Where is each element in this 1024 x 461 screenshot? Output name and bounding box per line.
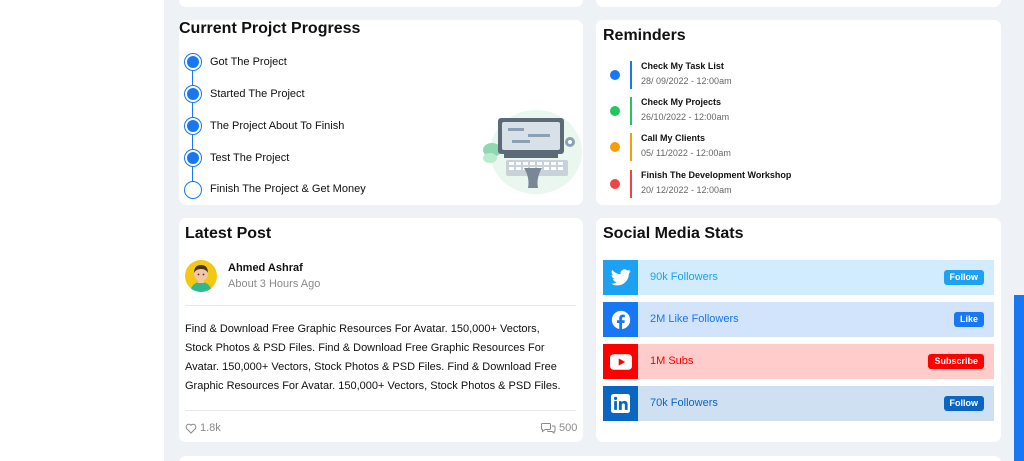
divider — [185, 305, 576, 306]
divider — [185, 410, 576, 411]
card-title: Reminders — [603, 27, 686, 44]
social-row-linkedin: 70k Followers Follow — [603, 386, 994, 421]
progress-step-label: Got The Project — [210, 56, 287, 68]
reminder-title[interactable]: Call My Clients — [641, 133, 705, 144]
linkedin-icon — [611, 394, 630, 413]
sidebar — [0, 0, 164, 461]
youtube-icon — [609, 353, 632, 370]
twitter-icon — [610, 269, 631, 286]
progress-step-label: Started The Project — [210, 88, 305, 100]
progress-node-pending — [184, 181, 202, 199]
youtube-icon-box — [603, 344, 638, 379]
linkedin-follow-button[interactable]: Follow — [943, 396, 984, 411]
reminder-accent-bar — [630, 97, 632, 125]
progress-step-label: Finish The Project & Get Money — [210, 183, 366, 195]
scrollbar-thumb[interactable] — [1014, 295, 1024, 461]
reminder-status-dot — [610, 179, 620, 189]
reminder-date: 20/ 12/2022 - 12:00am — [641, 185, 732, 195]
reminder-accent-bar — [630, 133, 632, 161]
reminder-date: 26/10/2022 - 12:00am — [641, 112, 730, 122]
avatar[interactable] — [185, 260, 217, 292]
card-title: Current Projct Progress — [179, 20, 361, 37]
reminder-title[interactable]: Check My Projects — [641, 97, 721, 108]
social-stat-text: 90k Followers — [650, 271, 718, 283]
social-stat-text: 70k Followers — [650, 397, 718, 409]
post-body: Find & Download Free Graphic Resources F… — [185, 323, 561, 392]
reminder-title[interactable]: Finish The Development Workshop — [641, 170, 791, 181]
social-stat-text: 1M Subs — [650, 355, 694, 367]
facebook-like-button[interactable]: Like — [953, 312, 984, 327]
twitter-icon-box — [603, 260, 638, 295]
social-row-twitter: 90k Followers Follow — [603, 260, 994, 295]
comment-button[interactable]: 500 — [541, 422, 577, 434]
social-row-youtube: 1M Subs Subscribe — [603, 344, 994, 379]
previous-card-bottom — [596, 0, 1001, 7]
comments-icon — [541, 423, 556, 434]
twitter-follow-button[interactable]: Follow — [943, 270, 984, 285]
previous-card-bottom — [179, 0, 583, 7]
card-title: Social Media Stats — [603, 225, 744, 242]
reminder-status-dot — [610, 142, 620, 152]
facebook-icon-box — [603, 302, 638, 337]
social-row-facebook: 2M Like Followers Like — [603, 302, 994, 337]
reminder-date: 28/ 09/2022 - 12:00am — [641, 76, 732, 86]
reminder-accent-bar — [630, 61, 632, 89]
user-avatar-icon — [190, 265, 212, 292]
progress-node-done — [184, 149, 202, 167]
reminder-status-dot — [610, 70, 620, 80]
developer-illustration — [483, 110, 582, 194]
progress-node-done — [184, 117, 202, 135]
linkedin-icon-box — [603, 386, 638, 421]
reminder-status-dot — [610, 106, 620, 116]
facebook-icon — [611, 310, 630, 330]
next-card-top — [179, 456, 1001, 461]
progress-node-done — [184, 85, 202, 103]
progress-node-done — [184, 53, 202, 71]
progress-step-label: Test The Project — [210, 152, 290, 164]
reminder-title[interactable]: Check My Task List — [641, 61, 724, 72]
progress-step-label: The Project About To Finish — [210, 120, 345, 132]
comment-count: 500 — [559, 422, 578, 434]
social-stat-text: 2M Like Followers — [650, 313, 739, 325]
like-button[interactable]: 1.8k — [185, 422, 221, 434]
reminder-date: 05/ 11/2022 - 12:00am — [641, 148, 731, 158]
heart-icon — [185, 423, 197, 434]
reminder-accent-bar — [630, 170, 632, 198]
post-author[interactable]: Ahmed Ashraf — [228, 262, 303, 274]
youtube-subscribe-button[interactable]: Subscribe — [928, 354, 984, 369]
post-time: About 3 Hours Ago — [228, 278, 321, 290]
like-count: 1.8k — [200, 422, 221, 434]
card-title: Latest Post — [185, 225, 272, 242]
